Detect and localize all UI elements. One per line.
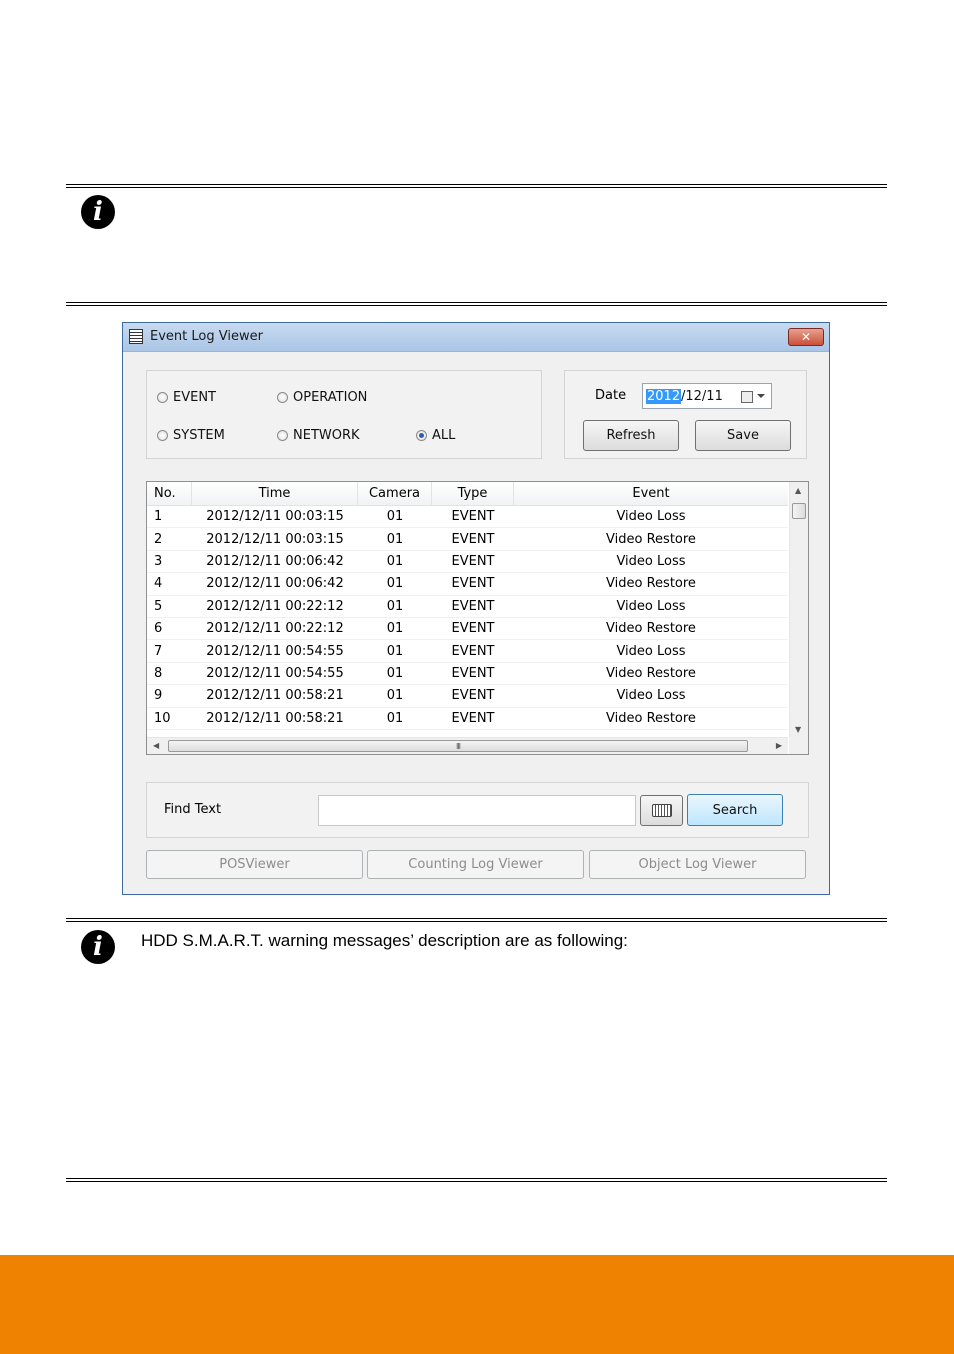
radio-network[interactable]: NETWORK [277, 428, 360, 443]
table-row[interactable]: 1 2012/12/11 00:03:15 01 EVENT Video Loss [147, 506, 788, 529]
table-rows: 1 2012/12/11 00:03:15 01 EVENT Video Loss 22… [147, 506, 788, 730]
chevron-down-icon[interactable] [757, 394, 765, 398]
date-label: Date [595, 388, 627, 403]
column-header-camera[interactable]: Camera [358, 482, 432, 505]
top-rule [66, 184, 887, 188]
radio-dot [277, 430, 288, 441]
app-icon [129, 329, 143, 344]
calendar-icon [741, 391, 753, 403]
table-row[interactable]: 8 2012/12/11 00:54:55 01 EVENT Video Restore [147, 663, 788, 686]
date-year-selected: 2012 [646, 389, 682, 404]
table-header: No. Time Camera Type Event [147, 482, 788, 506]
smart-warning-note: HDD S.M.A.R.T. warning messages’ descrip… [141, 931, 628, 950]
horizontal-scrollbar[interactable]: ◀ III ▶ [147, 737, 788, 754]
posviewer-button[interactable]: POSViewer [146, 850, 363, 879]
radio-all[interactable]: ALL [416, 428, 455, 443]
info-icon: i [81, 195, 115, 229]
virtual-keyboard-button[interactable] [640, 795, 683, 826]
scroll-down-icon[interactable]: ▼ [795, 725, 801, 734]
save-button[interactable]: Save [695, 420, 791, 451]
window-title: Event Log Viewer [150, 329, 263, 344]
event-log-table: No. Time Camera Type Event 1 2012/12/11 0… [146, 481, 809, 755]
scroll-up-icon[interactable]: ▲ [795, 486, 801, 495]
table-row[interactable]: 7 2012/12/11 00:54:55 01 EVENT Video Loss [147, 640, 788, 663]
radio-operation[interactable]: OPERATION [277, 390, 367, 405]
table-row[interactable]: 2 2012/12/11 00:03:15 01 EVENT Video Restore [147, 528, 788, 551]
title-bar[interactable]: Event Log Viewer ✕ [123, 323, 829, 352]
note-rule-bottom [66, 1178, 887, 1182]
date-picker[interactable]: 2012 /12/11 [642, 383, 772, 409]
radio-dot-selected [416, 430, 427, 441]
vertical-scroll-thumb[interactable] [792, 503, 806, 519]
column-header-event[interactable]: Event [514, 482, 788, 505]
filter-group: EVENT OPERATION SYSTEM NETWORK ALL [146, 370, 542, 459]
find-text-input[interactable] [318, 795, 636, 826]
column-header-time[interactable]: Time [192, 482, 358, 505]
table-row[interactable]: 5 2012/12/11 00:22:12 01 EVENT Video Loss [147, 596, 788, 618]
scroll-corner [789, 737, 808, 754]
counting-log-viewer-button[interactable]: Counting Log Viewer [367, 850, 584, 879]
table-row[interactable]: 3 2012/12/11 00:06:42 01 EVENT Video Loss [147, 551, 788, 574]
search-button[interactable]: Search [687, 794, 783, 826]
vertical-scrollbar[interactable]: ▲ ▼ [789, 482, 808, 738]
object-log-viewer-button[interactable]: Object Log Viewer [589, 850, 806, 879]
radio-dot [277, 392, 288, 403]
horizontal-scroll-thumb[interactable]: III [168, 740, 748, 752]
page-footer-bar [0, 1255, 954, 1354]
scroll-left-icon[interactable]: ◀ [153, 741, 159, 750]
column-header-type[interactable]: Type [432, 482, 514, 505]
divider-rule [66, 302, 887, 306]
table-row[interactable]: 6 2012/12/11 00:22:12 01 EVENT Video Restore [147, 618, 788, 641]
table-row[interactable]: 10 2012/12/11 00:58:21 01 EVENT Video Restor… [147, 708, 788, 730]
radio-dot [157, 392, 168, 403]
radio-system[interactable]: SYSTEM [157, 428, 225, 443]
radio-dot [157, 430, 168, 441]
refresh-button[interactable]: Refresh [583, 420, 679, 451]
table-row[interactable]: 9 2012/12/11 00:58:21 01 EVENT Video Loss [147, 685, 788, 708]
table-row[interactable]: 4 2012/12/11 00:06:42 01 EVENT Video Restore [147, 573, 788, 596]
column-header-no[interactable]: No. [147, 482, 192, 505]
find-text-label: Find Text [164, 802, 222, 817]
radio-event[interactable]: EVENT [157, 390, 216, 405]
note-rule-top [66, 918, 887, 922]
close-button[interactable]: ✕ [788, 328, 824, 346]
info-icon: i [81, 930, 115, 964]
date-rest: /12/11 [681, 389, 723, 404]
event-log-viewer-window: Event Log Viewer ✕ EVENT OPERATION SYSTE… [122, 322, 830, 895]
keyboard-icon [651, 804, 672, 817]
scroll-right-icon[interactable]: ▶ [776, 741, 782, 750]
